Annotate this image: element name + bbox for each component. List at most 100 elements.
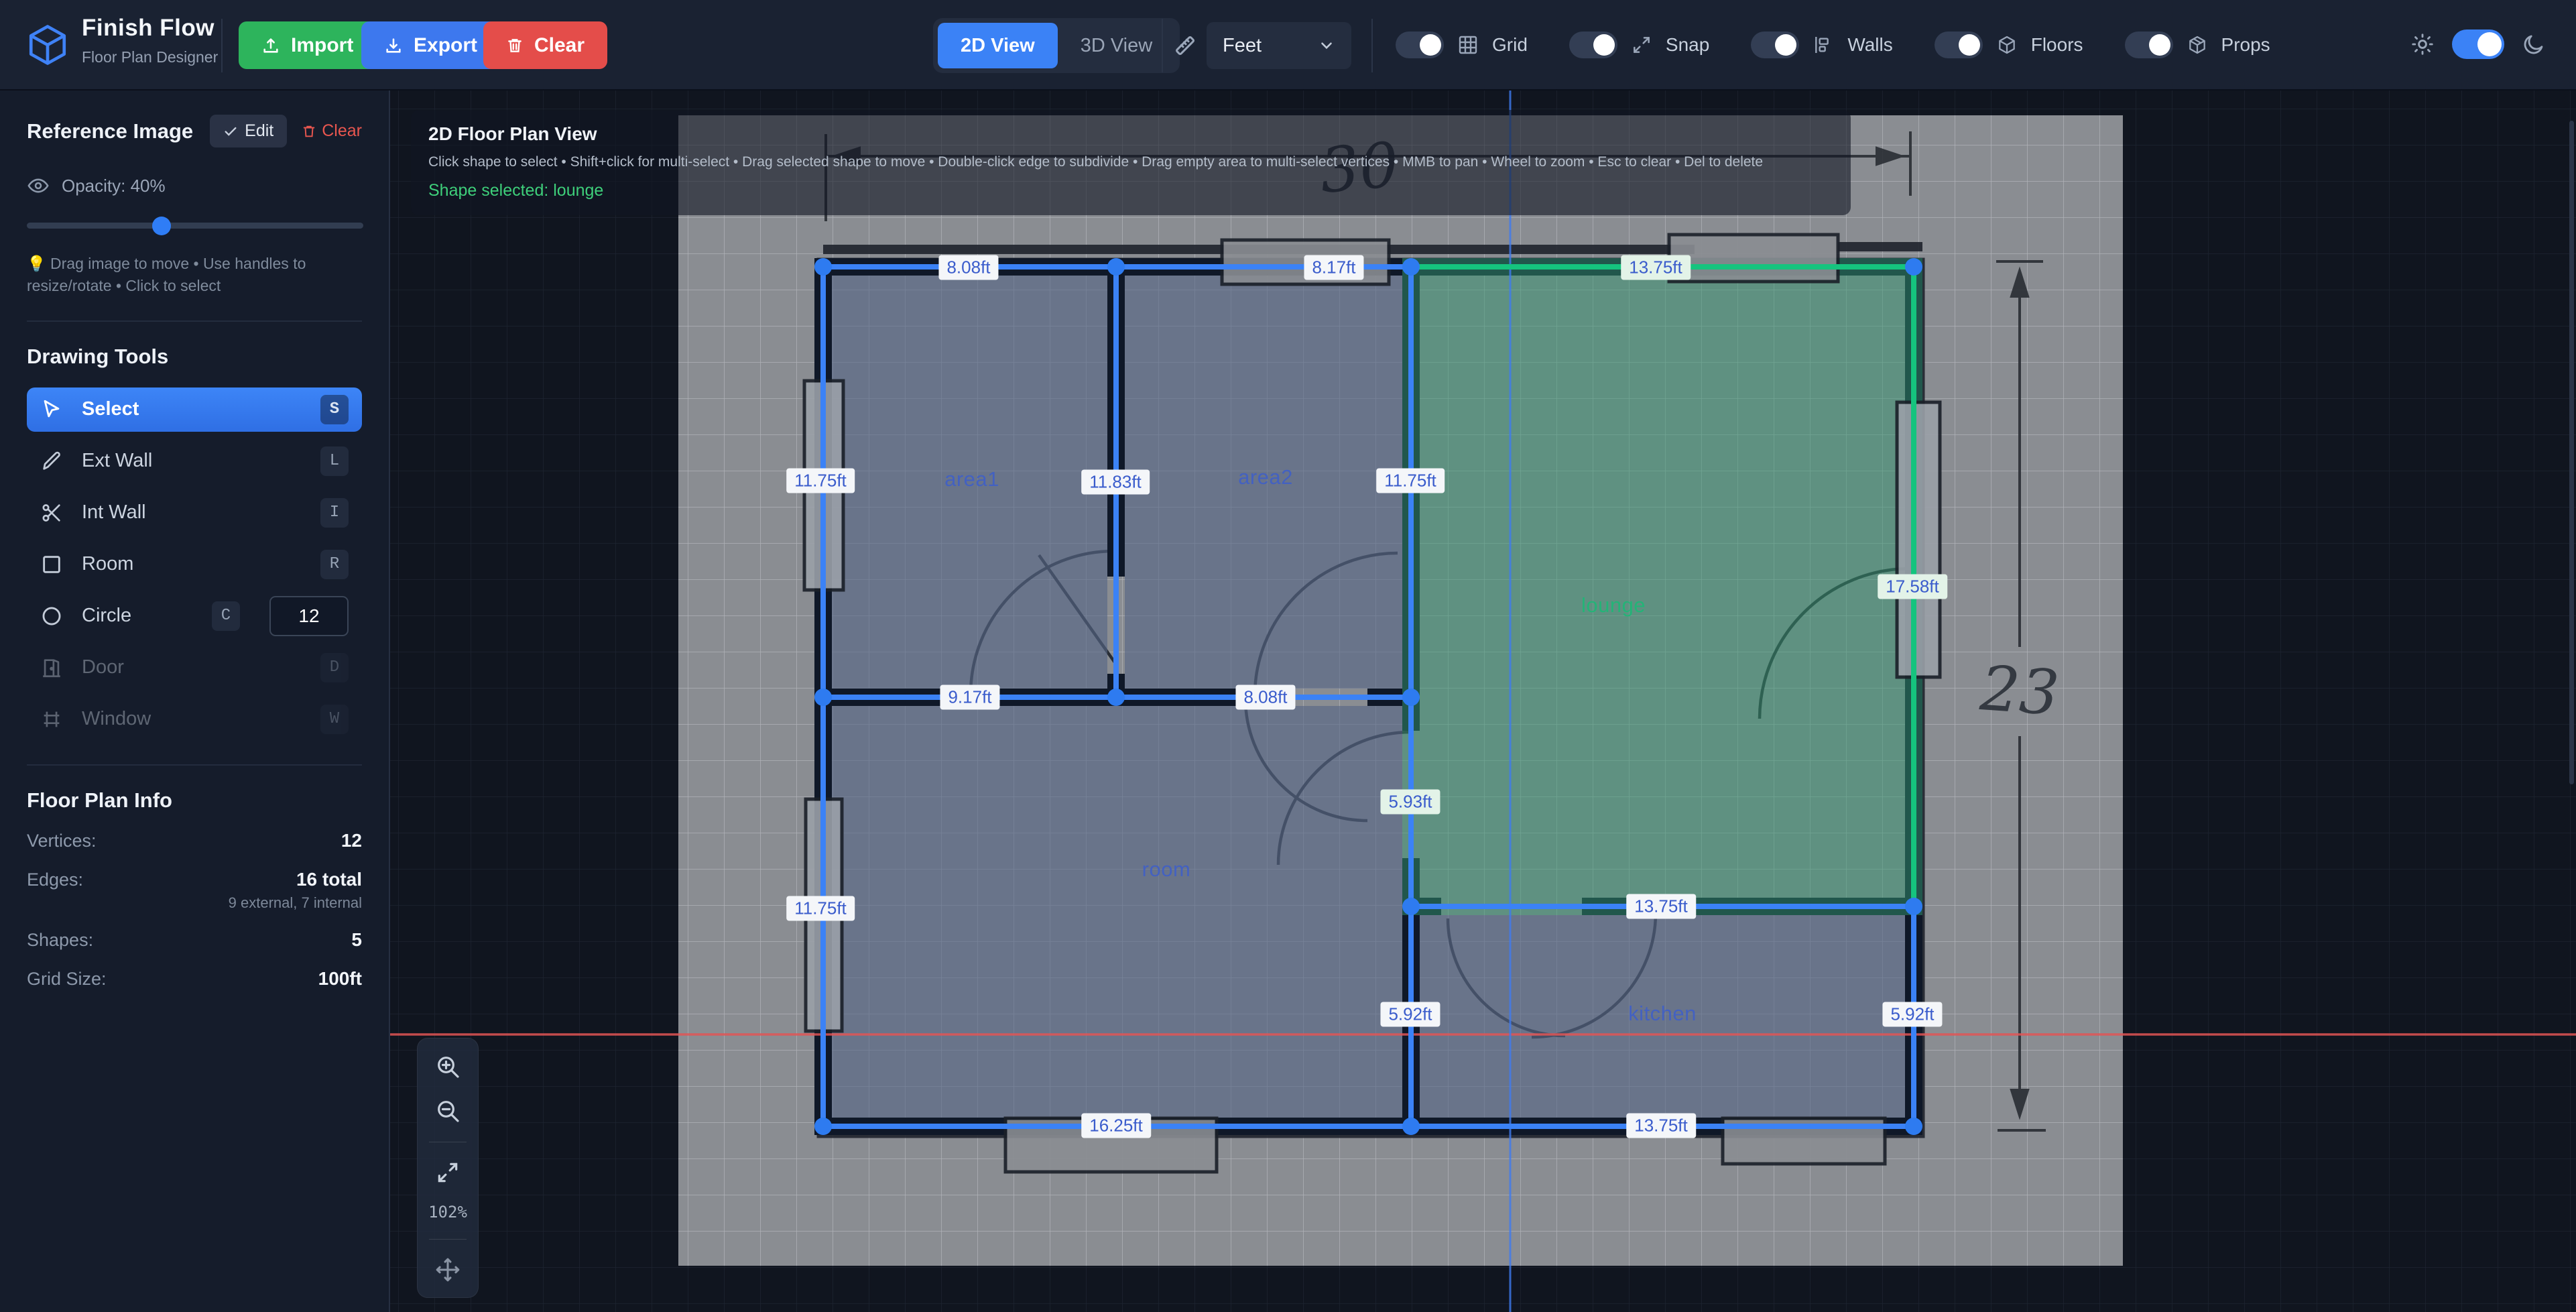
import-button[interactable]: Import [239,21,376,69]
circle-segments-input[interactable] [269,596,349,636]
check-icon [223,124,238,139]
app-subtitle: Floor Plan Designer [82,48,218,66]
tool-ext-wall[interactable]: Ext Wall L [27,439,362,483]
tool-room[interactable]: Room R [27,542,362,587]
canvas-info-overlay: 2D Floor Plan View Click shape to select… [411,110,1851,215]
zoombar-divider [429,1239,467,1240]
snap-toggle[interactable] [1569,32,1617,58]
grid-toggle[interactable] [1396,32,1444,58]
room-label-room[interactable]: room [1142,857,1191,882]
props-toggle-label: Props [2221,34,2270,56]
pan-move-button[interactable] [435,1257,461,1283]
measurement-chip: 5.92ft [1380,1002,1440,1027]
room-label-lounge[interactable]: lounge [1581,593,1646,617]
units-select[interactable]: Feet [1207,22,1351,69]
walls-toggle-label: Walls [1847,34,1892,56]
info-row-vertices: Vertices: 12 [27,830,362,851]
tool-select-shortcut: S [320,395,349,424]
upload-icon [261,36,280,55]
lounge-fill[interactable] [1402,258,1922,915]
floors-cube-icon [1996,34,2018,56]
floors-toggle[interactable] [1935,32,1983,58]
shapes-label: Shapes: [27,930,93,951]
header-divider [1371,19,1373,72]
drawing-tools-title: Drawing Tools [27,345,362,369]
opacity-label: Opacity: 40% [62,176,166,196]
opacity-slider[interactable] [27,223,363,229]
measurement-chip: 11.83ft [1081,470,1150,495]
tool-ext-wall-label: Ext Wall [82,450,152,472]
room-label-kitchen[interactable]: kitchen [1628,1002,1697,1026]
floors-toggle-label: Floors [2031,34,2083,56]
canvas-view-title: 2D Floor Plan View [428,123,1833,145]
left-sidebar: Reference Image Edit Clear Opacity: 40% … [0,91,390,1312]
units-select-value: Feet [1223,35,1262,57]
zoom-out-button[interactable] [434,1097,461,1124]
measurement-chip: 9.17ft [940,685,999,710]
room-label-area1[interactable]: area1 [944,467,999,491]
tab-2d-view[interactable]: 2D View [938,23,1058,68]
snap-icon [1631,34,1652,56]
zoom-toolbar: 102% [417,1038,479,1298]
tool-int-wall[interactable]: Int Wall I [27,491,362,535]
export-button[interactable]: Export [361,21,500,69]
moon-icon [2522,32,2546,56]
cursor-arrow-icon [40,398,64,421]
measurement-chip: 11.75ft [786,896,855,921]
eye-icon [27,174,50,197]
tool-circle-shortcut: C [212,601,240,631]
reference-edit-button[interactable]: Edit [210,115,287,147]
measurement-chip: 13.75ft [1626,1114,1696,1138]
tool-window-shortcut: W [320,705,349,734]
tab-3d-view[interactable]: 3D View [1058,23,1175,68]
page-scrollbar[interactable] [2569,121,2574,784]
grid-icon [1457,34,1479,56]
opacity-slider-knob[interactable] [152,217,171,235]
pencil-icon [40,450,64,473]
reference-clear-button[interactable]: Clear [302,121,362,141]
zoom-in-button[interactable] [434,1053,461,1080]
tool-circle[interactable]: Circle C [27,594,362,638]
layer-toggles: Grid Snap Walls Floors Props [1396,32,2270,58]
header-divider [221,19,223,72]
ruler-icon [1172,32,1199,59]
grid-size-value: 100ft [318,968,362,990]
floor-plan-canvas[interactable]: 30 23 [390,91,2576,1312]
measurement-chip: 8.17ft [1304,255,1363,280]
room-label-area2[interactable]: area2 [1238,465,1293,489]
grid-toggle-group: Grid [1396,32,1528,58]
edges-breakdown: 9 external, 7 internal [27,894,362,912]
app-header: Finish Flow Floor Plan Designer Import E… [0,0,2576,91]
sun-icon [2410,32,2435,56]
trash-icon [302,124,316,139]
clear-button[interactable]: Clear [483,21,607,69]
theme-toggle[interactable] [2452,29,2504,59]
snap-toggle-label: Snap [1666,34,1709,56]
props-toggle-group: Props [2125,32,2270,58]
info-row-edges: Edges: 16 total [27,869,362,890]
grid-size-label: Grid Size: [27,969,107,990]
selection-status-text: Shape selected: lounge [428,181,1833,200]
props-box-icon [2187,34,2208,56]
clear-button-label: Clear [534,34,585,57]
measurement-chip: 5.92ft [1882,1002,1942,1027]
walls-toggle[interactable] [1751,32,1799,58]
shapes-value: 5 [351,929,362,951]
room-fill[interactable] [832,706,1402,1118]
props-toggle[interactable] [2125,32,2173,58]
circle-icon [40,605,64,628]
measurement-chip-selected: 13.75ft [1621,255,1691,280]
tool-window[interactable]: Window W [27,697,362,741]
download-icon [384,36,403,55]
edges-label: Edges: [27,870,83,890]
tool-select[interactable]: Select S [27,387,362,432]
tool-room-label: Room [82,553,133,575]
zoom-level-value: 102% [428,1203,467,1221]
info-row-shapes: Shapes: 5 [27,929,362,951]
app-logo-cube-icon [25,23,70,67]
measurement-chip: 11.75ft [1376,469,1445,493]
app-title: Finish Flow [82,15,214,42]
zoom-fit-button[interactable] [435,1160,461,1185]
tool-door[interactable]: Door D [27,646,362,690]
header-divider [1162,19,1163,72]
